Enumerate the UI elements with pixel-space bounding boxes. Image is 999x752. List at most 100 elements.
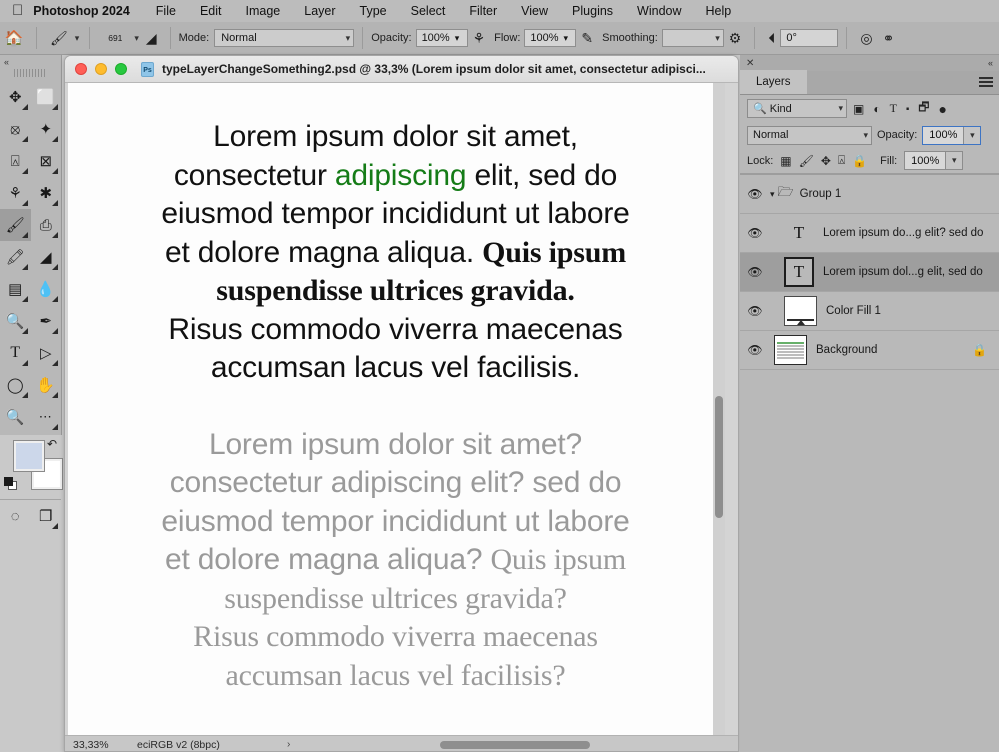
eye-icon[interactable]: 👁 [740, 226, 770, 240]
path-selection-tool[interactable]: ▷ [31, 337, 62, 369]
menu-help[interactable]: Help [694, 4, 744, 18]
gear-icon[interactable]: ⚙ [724, 30, 747, 47]
menu-layer[interactable]: Layer [292, 4, 347, 18]
brush-size-preview[interactable]: 691 [98, 32, 132, 44]
brush-picker-chevron-icon[interactable]: ▾ [132, 33, 141, 44]
lock-image-pixels-icon[interactable]: 🖌 [799, 154, 814, 168]
filter-type-icon[interactable]: T [890, 101, 897, 116]
text-layer-bottom[interactable]: Lorem ipsum dolor sit amet? consectetur … [68, 426, 723, 696]
home-icon[interactable]: 🏠 [0, 29, 28, 47]
zoom-window-button[interactable] [115, 63, 127, 75]
menu-view[interactable]: View [509, 4, 560, 18]
eye-icon[interactable]: 👁 [740, 265, 770, 279]
image-canvas[interactable]: Lorem ipsum dolor sit amet, consectetur … [68, 83, 723, 735]
collapse-panel-icon[interactable]: « [988, 58, 993, 68]
quick-mask-icon[interactable]: ◌ [0, 500, 31, 532]
blend-mode-select[interactable]: Normal ▾ [214, 29, 355, 47]
menu-plugins[interactable]: Plugins [560, 4, 625, 18]
apple-logo-icon[interactable]:  [8, 3, 33, 20]
chevron-down-icon[interactable]: ▾ [945, 152, 963, 169]
edit-toolbar-tool[interactable]: ⋯ [31, 401, 62, 433]
zoom-tool[interactable]: 🔍 [0, 401, 31, 433]
palette-grip[interactable] [14, 69, 47, 77]
minimize-window-button[interactable] [95, 63, 107, 75]
canvas-horizontal-scrollbar-thumb[interactable] [440, 741, 590, 749]
eye-icon[interactable]: 👁 [740, 304, 770, 318]
menu-image[interactable]: Image [234, 4, 293, 18]
menu-filter[interactable]: Filter [457, 4, 509, 18]
lock-all-icon[interactable]: 🔒 [852, 154, 867, 168]
opacity-input[interactable]: 100% ▾ [415, 29, 468, 47]
layer-row-background[interactable]: 👁 Background 🔒 [740, 331, 999, 370]
layer-row-color-fill[interactable]: 👁 Color Fill 1 [740, 292, 999, 331]
filter-toggle-switch[interactable]: ● [939, 101, 947, 117]
lock-icon[interactable]: 🔒 [972, 343, 987, 357]
frame-tool[interactable]: ⊠ [31, 145, 62, 177]
filter-pixel-icon[interactable]: ▣ [853, 102, 864, 116]
dodge-tool[interactable]: 🔍 [0, 305, 31, 337]
panel-menu-icon[interactable] [979, 77, 993, 87]
symmetry-target-icon[interactable]: ◎ [855, 30, 877, 47]
lasso-tool[interactable]: ⦻ [0, 113, 31, 145]
pen-tool[interactable]: ✒ [31, 305, 62, 337]
lock-position-icon[interactable]: ✥ [821, 154, 831, 168]
menu-select[interactable]: Select [399, 4, 458, 18]
foreground-color-swatch[interactable] [13, 440, 45, 472]
rectangular-marquee-tool[interactable]: ⬜ [31, 81, 62, 113]
object-selection-tool[interactable]: ✦ [31, 113, 62, 145]
filter-adjustment-icon[interactable]: ◐ [873, 102, 880, 116]
document-title-bar[interactable]: Ps typeLayerChangeSomething2.psd @ 33,3%… [65, 56, 738, 83]
zoom-level-value[interactable]: 33,33% [65, 739, 137, 751]
type-layer-thumbnail[interactable]: T [784, 218, 814, 248]
collapse-chevrons-icon[interactable]: « [0, 55, 61, 67]
move-tool[interactable]: ✥ [0, 81, 31, 113]
layer-opacity-input[interactable]: 100% ▾ [922, 125, 982, 145]
flow-input[interactable]: 100% ▾ [524, 29, 577, 47]
scrollbar-thumb[interactable] [715, 396, 723, 518]
menu-file[interactable]: File [144, 4, 188, 18]
airbrush-icon[interactable]: ⚘ [468, 30, 491, 47]
canvas-vertical-scrollbar[interactable] [713, 83, 725, 735]
chevron-down-icon[interactable]: ▾ [963, 126, 981, 144]
layer-row-type-2[interactable]: 👁 T Lorem ipsum dol...g elit, sed do [740, 253, 999, 292]
eraser-tool[interactable]: ◢ [31, 241, 62, 273]
default-colors-icon[interactable] [4, 477, 17, 490]
menu-window[interactable]: Window [625, 4, 693, 18]
history-brush-tool[interactable]: 🖍 [0, 241, 31, 273]
smoothing-input[interactable]: ▾ [661, 29, 724, 47]
background-layer-thumbnail[interactable] [774, 335, 807, 365]
eyedropper-tool[interactable]: ⚘ [0, 177, 31, 209]
eye-icon[interactable]: 👁 [740, 343, 770, 357]
hand-tool[interactable]: ✋ [31, 369, 62, 401]
layer-row-group-1[interactable]: 👁 ▾ 🗁 Group 1 [740, 175, 999, 214]
text-layer-top[interactable]: Lorem ipsum dolor sit amet, consectetur … [68, 118, 723, 388]
spot-healing-brush-tool[interactable]: ✱ [31, 177, 62, 209]
gradient-tool[interactable]: ▤ [0, 273, 31, 305]
brush-preset-icon[interactable]: 🖌 [45, 30, 73, 47]
blur-tool[interactable]: 💧 [31, 273, 62, 305]
lock-transparent-pixels-icon[interactable]: ▦ [780, 154, 791, 168]
close-icon[interactable]: ✕ [746, 58, 754, 69]
menu-edit[interactable]: Edit [188, 4, 234, 18]
type-layer-thumbnail[interactable]: T [784, 257, 814, 287]
close-window-button[interactable] [75, 63, 87, 75]
layer-row-type-1[interactable]: 👁 T Lorem ipsum do...g elit? sed do [740, 214, 999, 253]
status-menu-chevron-icon[interactable]: › [287, 739, 290, 750]
eye-icon[interactable]: 👁 [740, 187, 770, 201]
crop-tool[interactable]: ⍓ [0, 145, 31, 177]
lock-artboard-nesting-icon[interactable]: ⍓ [838, 153, 845, 168]
clone-stamp-tool[interactable]: ⎙ [31, 209, 62, 241]
filter-smart-object-icon[interactable]: 🗗 [918, 98, 929, 119]
menu-type[interactable]: Type [348, 4, 399, 18]
tab-layers[interactable]: Layers [740, 70, 807, 94]
filter-kind-select[interactable]: 🔍 Kind ▾ [747, 99, 847, 118]
screen-mode-icon[interactable]: ❐ [31, 500, 62, 532]
brush-tool[interactable]: 🖌 [0, 209, 31, 241]
ellipse-tool[interactable]: ◯ [0, 369, 31, 401]
swap-colors-icon[interactable]: ↶ [47, 437, 57, 451]
butterfly-symmetry-icon[interactable]: ⚭ [878, 30, 900, 47]
brush-panel-icon[interactable]: ◢ [141, 30, 162, 47]
chevron-down-icon[interactable]: ▾ [770, 189, 778, 200]
layer-blend-mode-select[interactable]: Normal ▾ [747, 125, 872, 145]
tablet-pressure-icon[interactable]: ✎ [576, 30, 598, 47]
